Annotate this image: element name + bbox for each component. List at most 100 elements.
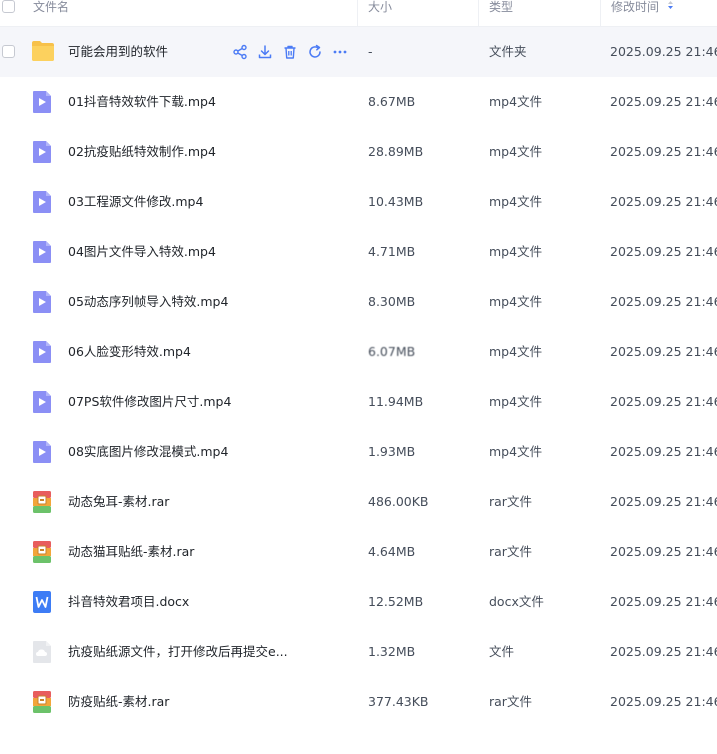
file-row[interactable]: 04图片文件导入特效.mp4 4.71MB mp4文件 2025.09.25 21:4… [0,227,717,277]
file-row[interactable]: 05动态序列帧导入特效.mp4 8.30MB mp4文件 2025.09.25 21:… [0,277,717,327]
more-icon [332,48,348,63]
file-name[interactable]: 03工程源文件修改.mp4 [68,177,203,227]
header-type[interactable]: 类型 [489,0,513,16]
file-row[interactable]: 01抖音特效软件下载.mp4 8.67MB mp4文件 2025.09.25 21:4… [0,77,717,127]
file-type: 文件夹 [489,44,527,59]
video-file-icon [31,340,53,364]
row-checkbox[interactable] [2,45,15,58]
file-type: rar文件 [489,694,532,709]
file-row[interactable]: 动态猫耳贴纸-素材.rar 4.64MB rar文件 2025.09.25 21:46 [0,527,717,577]
file-modified-date: 2025.09.25 21:46 [610,694,717,709]
file-name[interactable]: 抖音特效君项目.docx [68,577,189,627]
file-size: 4.71MB [368,244,416,259]
word-file-icon [31,590,53,614]
archive-file-icon [31,490,53,514]
file-modified-date: 2025.09.25 21:46 [610,494,717,509]
file-name[interactable]: 05动态序列帧导入特效.mp4 [68,277,228,327]
file-row[interactable]: 06人脸变形特效.mp4 6.07MB mp4文件 2025.09.25 21:46 [0,327,717,377]
file-name[interactable]: 可能会用到的软件 [68,27,168,77]
file-row[interactable]: 抗疫贴纸源文件，打开修改后再提交e... 1.32MB 文件 2025.09.25 2… [0,627,717,677]
file-modified-date: 2025.09.25 21:46 [610,344,717,359]
file-row[interactable]: 03工程源文件修改.mp4 10.43MB mp4文件 2025.09.25 21:4… [0,177,717,227]
sort-desc-icon [668,1,674,9]
video-file-icon [31,140,53,164]
file-type: mp4文件 [489,394,543,409]
video-file-icon [31,390,53,414]
refresh-button[interactable] [307,44,323,60]
file-row[interactable]: 08实底图片修改混模式.mp4 1.93MB mp4文件 2025.09.25 21:… [0,427,717,477]
file-size: 6.07MB [368,344,416,359]
delete-button[interactable] [282,44,298,60]
file-modified-date: 2025.09.25 21:46 [610,644,717,659]
file-modified-date: 2025.09.25 21:46 [610,444,717,459]
file-row[interactable]: 02抗疫贴纸特效制作.mp4 28.89MB mp4文件 2025.09.25 21:… [0,127,717,177]
file-row[interactable]: 07PS软件修改图片尺寸.mp4 11.94MB mp4文件 2025.09.25 2… [0,377,717,427]
folder-icon [31,40,54,64]
file-size: 1.32MB [368,644,416,659]
file-size: 377.43KB [368,694,429,709]
cloud-file-icon [31,640,53,664]
file-size: 28.89MB [368,144,424,159]
file-size: 486.00KB [368,494,429,509]
file-name[interactable]: 抗疫贴纸源文件，打开修改后再提交e... [68,627,288,677]
file-type: 文件 [489,644,515,659]
file-name[interactable]: 动态兔耳-素材.rar [68,477,169,527]
file-modified-date: 2025.09.25 21:46 [610,244,717,259]
file-name[interactable]: 06人脸变形特效.mp4 [68,327,191,377]
file-name[interactable]: 07PS软件修改图片尺寸.mp4 [68,377,231,427]
file-type: mp4文件 [489,294,543,309]
file-type: rar文件 [489,494,532,509]
file-size: 4.64MB [368,544,416,559]
file-name[interactable]: 04图片文件导入特效.mp4 [68,227,216,277]
file-modified-date: 2025.09.25 21:46 [610,94,717,109]
share-button[interactable] [232,44,248,60]
file-row[interactable]: 防疫贴纸-素材.rar 377.43KB rar文件 2025.09.25 21:46 [0,677,717,727]
file-size: 8.30MB [368,294,416,309]
file-size: 12.52MB [368,594,424,609]
column-divider[interactable] [478,0,479,26]
video-file-icon [31,190,53,214]
file-type: mp4文件 [489,344,543,359]
file-modified-date: 2025.09.25 21:46 [610,44,717,59]
file-modified-date: 2025.09.25 21:46 [610,144,717,159]
download-icon [257,45,273,63]
video-file-icon [31,240,53,264]
file-modified-date: 2025.09.25 21:46 [610,194,717,209]
header-name[interactable]: 文件名 [33,0,69,16]
file-size: 8.67MB [368,94,416,109]
header-modified[interactable]: 修改时间 [611,0,674,16]
video-file-icon [31,440,53,464]
more-button[interactable] [332,44,348,60]
file-modified-date: 2025.09.25 21:46 [610,544,717,559]
file-list-header: 文件名 大小 类型 修改时间 [0,0,717,27]
file-size: - [368,44,373,59]
file-row[interactable]: 抖音特效君项目.docx 12.52MB docx文件 2025.09.25 21:4… [0,577,717,627]
video-file-icon [31,90,53,114]
file-name[interactable]: 动态猫耳贴纸-素材.rar [68,527,194,577]
file-row[interactable]: 动态兔耳-素材.rar 486.00KB rar文件 2025.09.25 21:46 [0,477,717,527]
file-name[interactable]: 防疫贴纸-素材.rar [68,677,169,727]
header-modified-label: 修改时间 [611,0,660,14]
file-modified-date: 2025.09.25 21:46 [610,594,717,609]
file-type: rar文件 [489,544,532,559]
file-modified-date: 2025.09.25 21:46 [610,394,717,409]
video-file-icon [31,290,53,314]
download-button[interactable] [257,44,273,60]
archive-file-icon [31,690,53,714]
file-type: mp4文件 [489,244,543,259]
header-size[interactable]: 大小 [368,0,392,16]
file-modified-date: 2025.09.25 21:46 [610,294,717,309]
delete-icon [282,45,298,63]
file-size: 1.93MB [368,444,416,459]
share-icon [232,44,248,63]
column-divider[interactable] [357,0,358,26]
refresh-icon [307,44,323,63]
file-name[interactable]: 08实底图片修改混模式.mp4 [68,427,228,477]
file-name[interactable]: 02抗疫贴纸特效制作.mp4 [68,127,216,177]
select-all-checkbox[interactable] [2,0,15,13]
file-name[interactable]: 01抖音特效软件下载.mp4 [68,77,216,127]
file-type: mp4文件 [489,444,543,459]
file-row[interactable]: 可能会用到的软件 - 文件夹 2025.09.25 21:46 [0,27,717,77]
file-size: 11.94MB [368,394,424,409]
column-divider[interactable] [600,0,601,26]
